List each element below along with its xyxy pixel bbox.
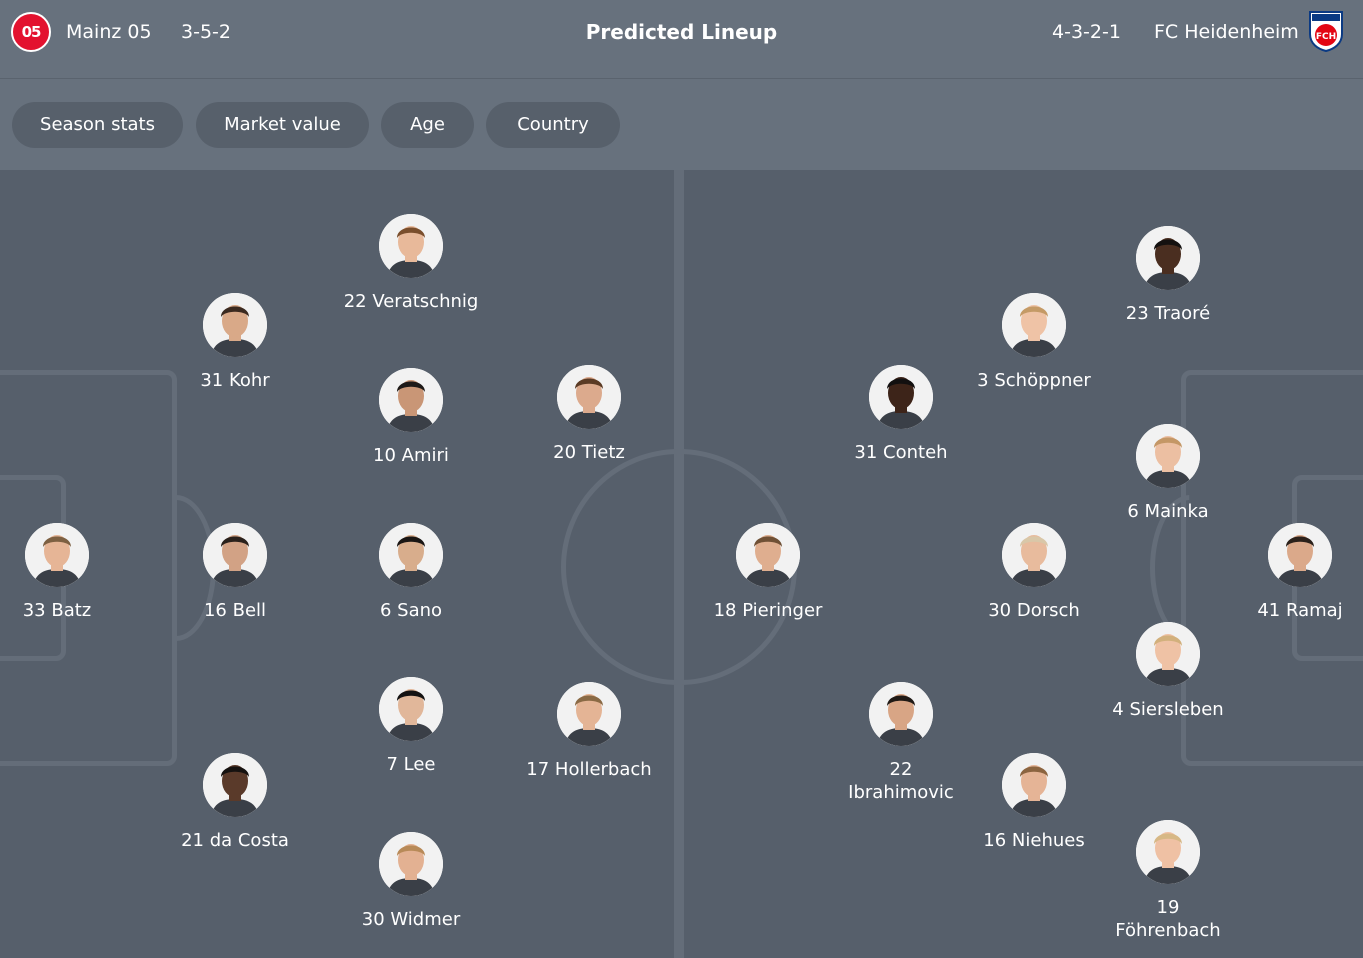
player-card[interactable]: 20 Tietz <box>499 365 679 464</box>
player-avatar <box>1136 820 1200 884</box>
player-avatar <box>869 365 933 429</box>
player-avatar <box>557 682 621 746</box>
player-label: 41 Ramaj <box>1257 600 1343 621</box>
player-avatar <box>203 293 267 357</box>
player-card[interactable]: 4 Siersleben <box>1078 622 1258 721</box>
player-card[interactable]: 19 Föhrenbach <box>1078 820 1258 942</box>
player-label: 30 Widmer <box>361 909 461 930</box>
player-label: 22 Ibrahimovic <box>848 759 954 803</box>
player-card[interactable]: 7 Lee <box>321 677 501 776</box>
fc-heidenheim-logo[interactable]: FCH <box>1308 10 1344 53</box>
player-avatar <box>379 677 443 741</box>
player-card[interactable]: 31 Conteh <box>811 365 991 464</box>
player-card[interactable]: 18 Pieringer <box>678 523 858 622</box>
player-label: 31 Kohr <box>200 370 270 391</box>
player-avatar <box>736 523 800 587</box>
player-avatar <box>203 523 267 587</box>
player-avatar <box>379 214 443 278</box>
player-avatar <box>379 832 443 896</box>
player-label: 4 Siersleben <box>1112 699 1224 720</box>
market-value-filter[interactable]: Market value <box>196 102 369 148</box>
away-team-name[interactable]: FC Heidenheim <box>1154 18 1299 46</box>
player-avatar <box>1002 753 1066 817</box>
player-avatar <box>1136 424 1200 488</box>
country-filter[interactable]: Country <box>486 102 620 148</box>
player-card[interactable]: 6 Mainka <box>1078 424 1258 523</box>
player-label: 31 Conteh <box>854 442 948 463</box>
age-filter[interactable]: Age <box>381 102 474 148</box>
season-stats-filter[interactable]: Season stats <box>12 102 183 148</box>
player-avatar <box>869 682 933 746</box>
player-card[interactable]: 41 Ramaj <box>1210 523 1363 622</box>
player-avatar <box>1136 226 1200 290</box>
player-label: 19 Föhrenbach <box>1115 897 1221 941</box>
player-card[interactable]: 30 Dorsch <box>944 523 1124 622</box>
away-formation: 4-3-2-1 <box>1052 21 1121 43</box>
player-label: 30 Dorsch <box>988 600 1080 621</box>
player-label: 6 Sano <box>379 600 443 621</box>
fch-logo-text: FCH <box>1316 32 1336 42</box>
player-avatar <box>1268 523 1332 587</box>
player-label: 22 Veratschnig <box>343 291 479 312</box>
player-label: 18 Pieringer <box>713 600 823 621</box>
player-label: 10 Amiri <box>373 445 449 466</box>
player-label: 20 Tietz <box>553 442 625 463</box>
player-label: 6 Mainka <box>1127 501 1209 522</box>
player-card[interactable]: 31 Kohr <box>145 293 325 392</box>
player-card[interactable]: 10 Amiri <box>321 368 501 467</box>
player-card[interactable]: 17 Hollerbach <box>499 682 679 781</box>
player-card[interactable]: 30 Widmer <box>321 832 501 931</box>
player-label: 17 Hollerbach <box>526 759 652 780</box>
player-avatar <box>1136 622 1200 686</box>
player-label: 33 Batz <box>22 600 92 621</box>
filter-bar: Season stats Market value Age Country <box>0 79 1363 170</box>
player-avatar <box>379 523 443 587</box>
player-avatar <box>25 523 89 587</box>
player-avatar <box>379 368 443 432</box>
player-card[interactable]: 16 Bell <box>145 523 325 622</box>
player-avatar <box>1002 523 1066 587</box>
player-card[interactable]: 22 Veratschnig <box>321 214 501 313</box>
player-label: 21 da Costa <box>181 830 289 851</box>
player-card[interactable]: 21 da Costa <box>145 753 325 852</box>
player-card[interactable]: 33 Batz <box>0 523 147 622</box>
player-card[interactable]: 6 Sano <box>321 523 501 622</box>
player-label: 7 Lee <box>386 754 436 775</box>
player-avatar <box>203 753 267 817</box>
player-avatar <box>1002 293 1066 357</box>
lineup-header: 05 Mainz 05 3-5-2 Predicted Lineup 4-3-2… <box>0 0 1363 79</box>
player-label: 16 Bell <box>203 600 267 621</box>
player-avatar <box>557 365 621 429</box>
